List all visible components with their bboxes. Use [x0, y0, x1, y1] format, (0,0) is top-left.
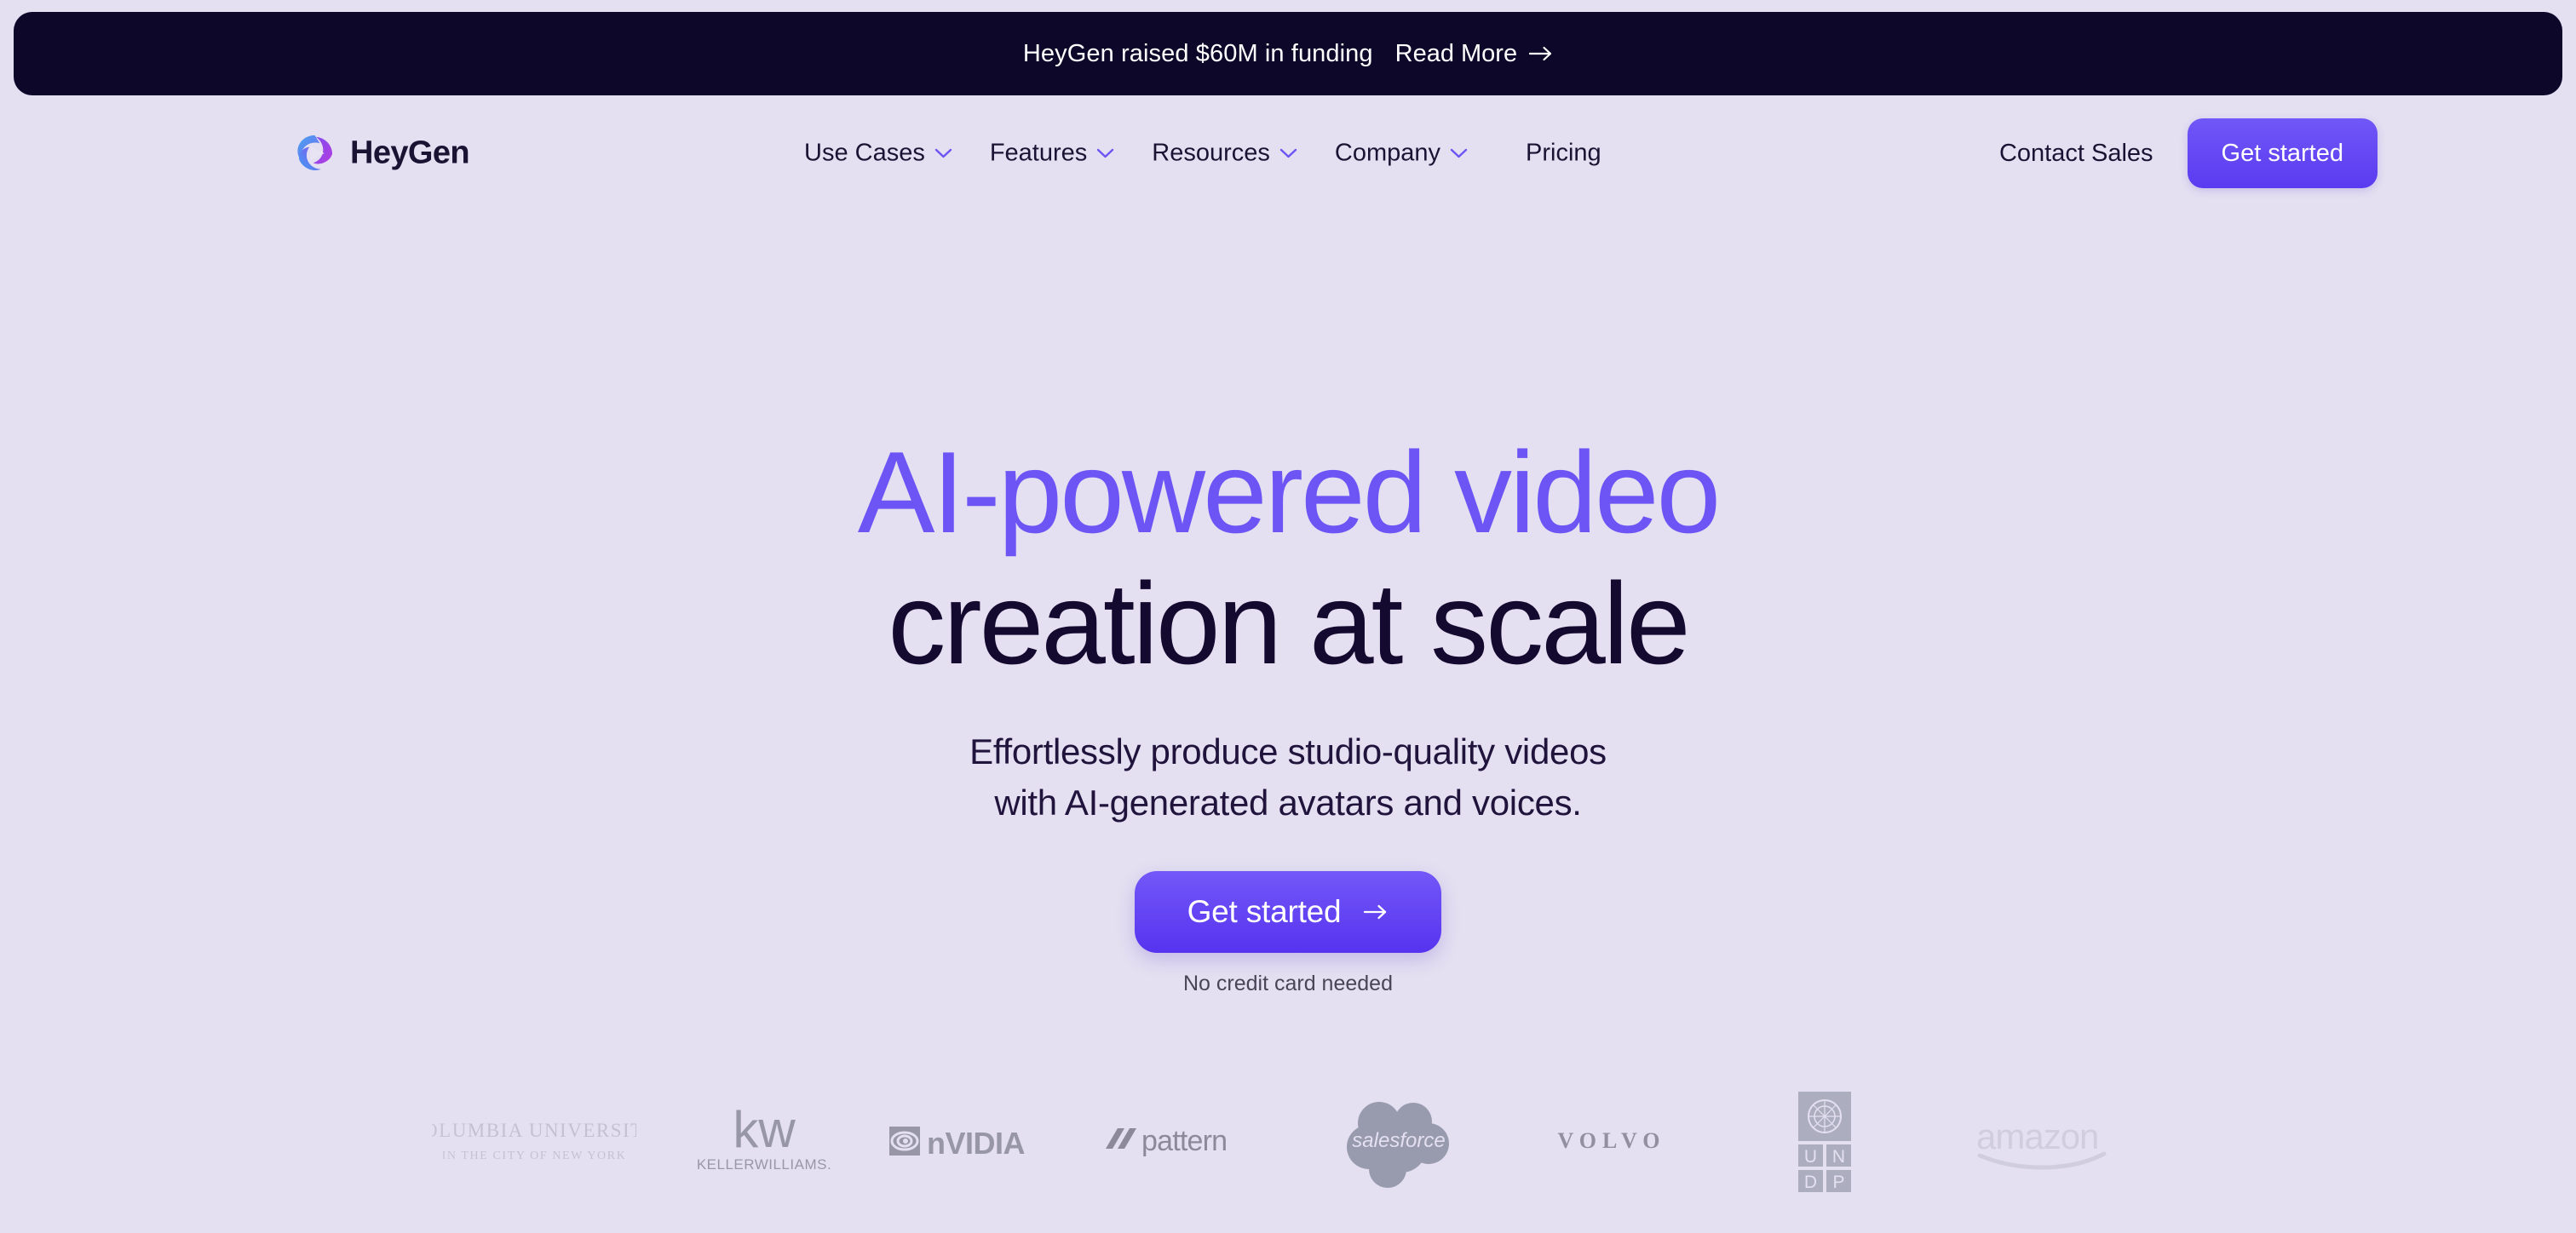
columbia-university-logo: COLUMBIA UNIVERSITY IN THE CITY OF NEW Y… — [432, 1120, 636, 1162]
svg-text:nVIDIA: nVIDIA — [927, 1126, 1026, 1161]
nav-item-company[interactable]: Company — [1335, 140, 1468, 168]
keller-williams-logo: kw KELLERWILLIAMS. — [697, 1103, 831, 1173]
svg-text:COLUMBIA UNIVERSITY: COLUMBIA UNIVERSITY — [432, 1120, 636, 1141]
customer-logo-pattern: pattern — [1079, 1086, 1292, 1196]
arrow-right-icon — [1529, 46, 1552, 61]
hero-headline: AI-powered video creation at scale — [857, 427, 1721, 689]
customer-logo-undp: U N D P — [1718, 1086, 1931, 1196]
hero-section: AI-powered video creation at scale Effor… — [0, 198, 2576, 996]
nav-actions: Contact Sales Get started — [1992, 118, 2378, 188]
svg-text:VOLVO: VOLVO — [1558, 1128, 1666, 1153]
chevron-down-icon — [1279, 148, 1297, 158]
volvo-logo: VOLVO — [1558, 1128, 1666, 1153]
svg-text:D: D — [1804, 1173, 1817, 1192]
customer-logo-keller-williams: kw KELLERWILLIAMS. — [662, 1086, 866, 1196]
svg-text:N: N — [1832, 1147, 1845, 1167]
hero-cta-group: Get started No credit card needed — [1134, 870, 1442, 996]
salesforce-logo: salesforce — [1347, 1102, 1449, 1188]
svg-text:P: P — [1832, 1173, 1844, 1192]
svg-text:pattern: pattern — [1141, 1125, 1227, 1157]
svg-text:IN THE CITY OF NEW YORK: IN THE CITY OF NEW YORK — [442, 1150, 627, 1162]
hero-headline-line-2: creation at scale — [888, 558, 1690, 688]
customer-logo-salesforce: salesforce — [1292, 1086, 1505, 1196]
svg-text:salesforce: salesforce — [1352, 1129, 1445, 1152]
heygen-landing-page: HeyGen raised $60M in funding Read More — [0, 0, 2576, 1233]
nav-item-features[interactable]: Features — [990, 140, 1114, 168]
nav-get-started-button[interactable]: Get started — [2187, 118, 2378, 188]
announcement-message: HeyGen raised $60M in funding — [1022, 39, 1373, 67]
nav-item-label: Pricing — [1526, 139, 1601, 167]
read-more-label: Read More — [1394, 39, 1518, 67]
contact-sales-link[interactable]: Contact Sales — [1992, 140, 2160, 168]
undp-logo: U N D P — [1798, 1092, 1851, 1192]
nav-item-label: Company — [1334, 139, 1441, 167]
customer-logo-strip: COLUMBIA UNIVERSITY IN THE CITY OF NEW Y… — [0, 1086, 2576, 1196]
chevron-down-icon — [1097, 148, 1114, 158]
arrow-right-icon — [1364, 904, 1387, 919]
nav-item-use-cases[interactable]: Use Cases — [804, 140, 952, 168]
chevron-down-icon — [1450, 148, 1468, 158]
hero-subheadline-line-2: with AI-generated avatars and voices. — [994, 782, 1582, 823]
announcement-banner: HeyGen raised $60M in funding Read More — [14, 12, 2562, 95]
customer-logo-columbia-university: COLUMBIA UNIVERSITY IN THE CITY OF NEW Y… — [406, 1086, 662, 1196]
read-more-link[interactable]: Read More — [1395, 40, 1553, 68]
hero-get-started-button[interactable]: Get started — [1134, 870, 1442, 953]
nav-item-label: Use Cases — [804, 139, 925, 167]
no-credit-card-note: No credit card needed — [1183, 971, 1393, 995]
hero-cta-label: Get started — [1187, 893, 1342, 929]
nav-links: Use Cases Features Resources Company Pri… — [804, 140, 1601, 168]
hero-headline-line-1: AI-powered video — [857, 427, 1721, 557]
nav-item-label: Resources — [1152, 139, 1270, 167]
nav-item-pricing[interactable]: Pricing — [1526, 140, 1601, 168]
svg-text:amazon: amazon — [1976, 1116, 2098, 1156]
chevron-down-icon — [934, 148, 952, 158]
customer-logo-nvidia: nVIDIA — [866, 1086, 1079, 1196]
customer-logo-volvo: VOLVO — [1505, 1086, 1718, 1196]
svg-text:kw: kw — [733, 1103, 796, 1158]
heygen-swirl-logo — [297, 135, 333, 170]
nvidia-logo: nVIDIA — [889, 1126, 1026, 1161]
main-navigation: HeyGen Use Cases Features Resources Comp… — [0, 109, 2576, 198]
nav-item-resources[interactable]: Resources — [1152, 140, 1297, 168]
nav-item-label: Features — [989, 139, 1088, 167]
amazon-logo: amazon — [1976, 1116, 2107, 1170]
brand-logo-link[interactable]: HeyGen — [294, 133, 470, 175]
svg-text:U: U — [1804, 1147, 1817, 1167]
hero-subheadline: Effortlessly produce studio-quality vide… — [969, 726, 1607, 828]
pattern-logo: pattern — [1106, 1125, 1228, 1157]
brand-name: HeyGen — [350, 135, 470, 171]
svg-text:KELLERWILLIAMS.: KELLERWILLIAMS. — [697, 1156, 831, 1173]
customer-logo-amazon: amazon — [1931, 1086, 2170, 1196]
hero-subheadline-line-1: Effortlessly produce studio-quality vide… — [969, 731, 1607, 772]
